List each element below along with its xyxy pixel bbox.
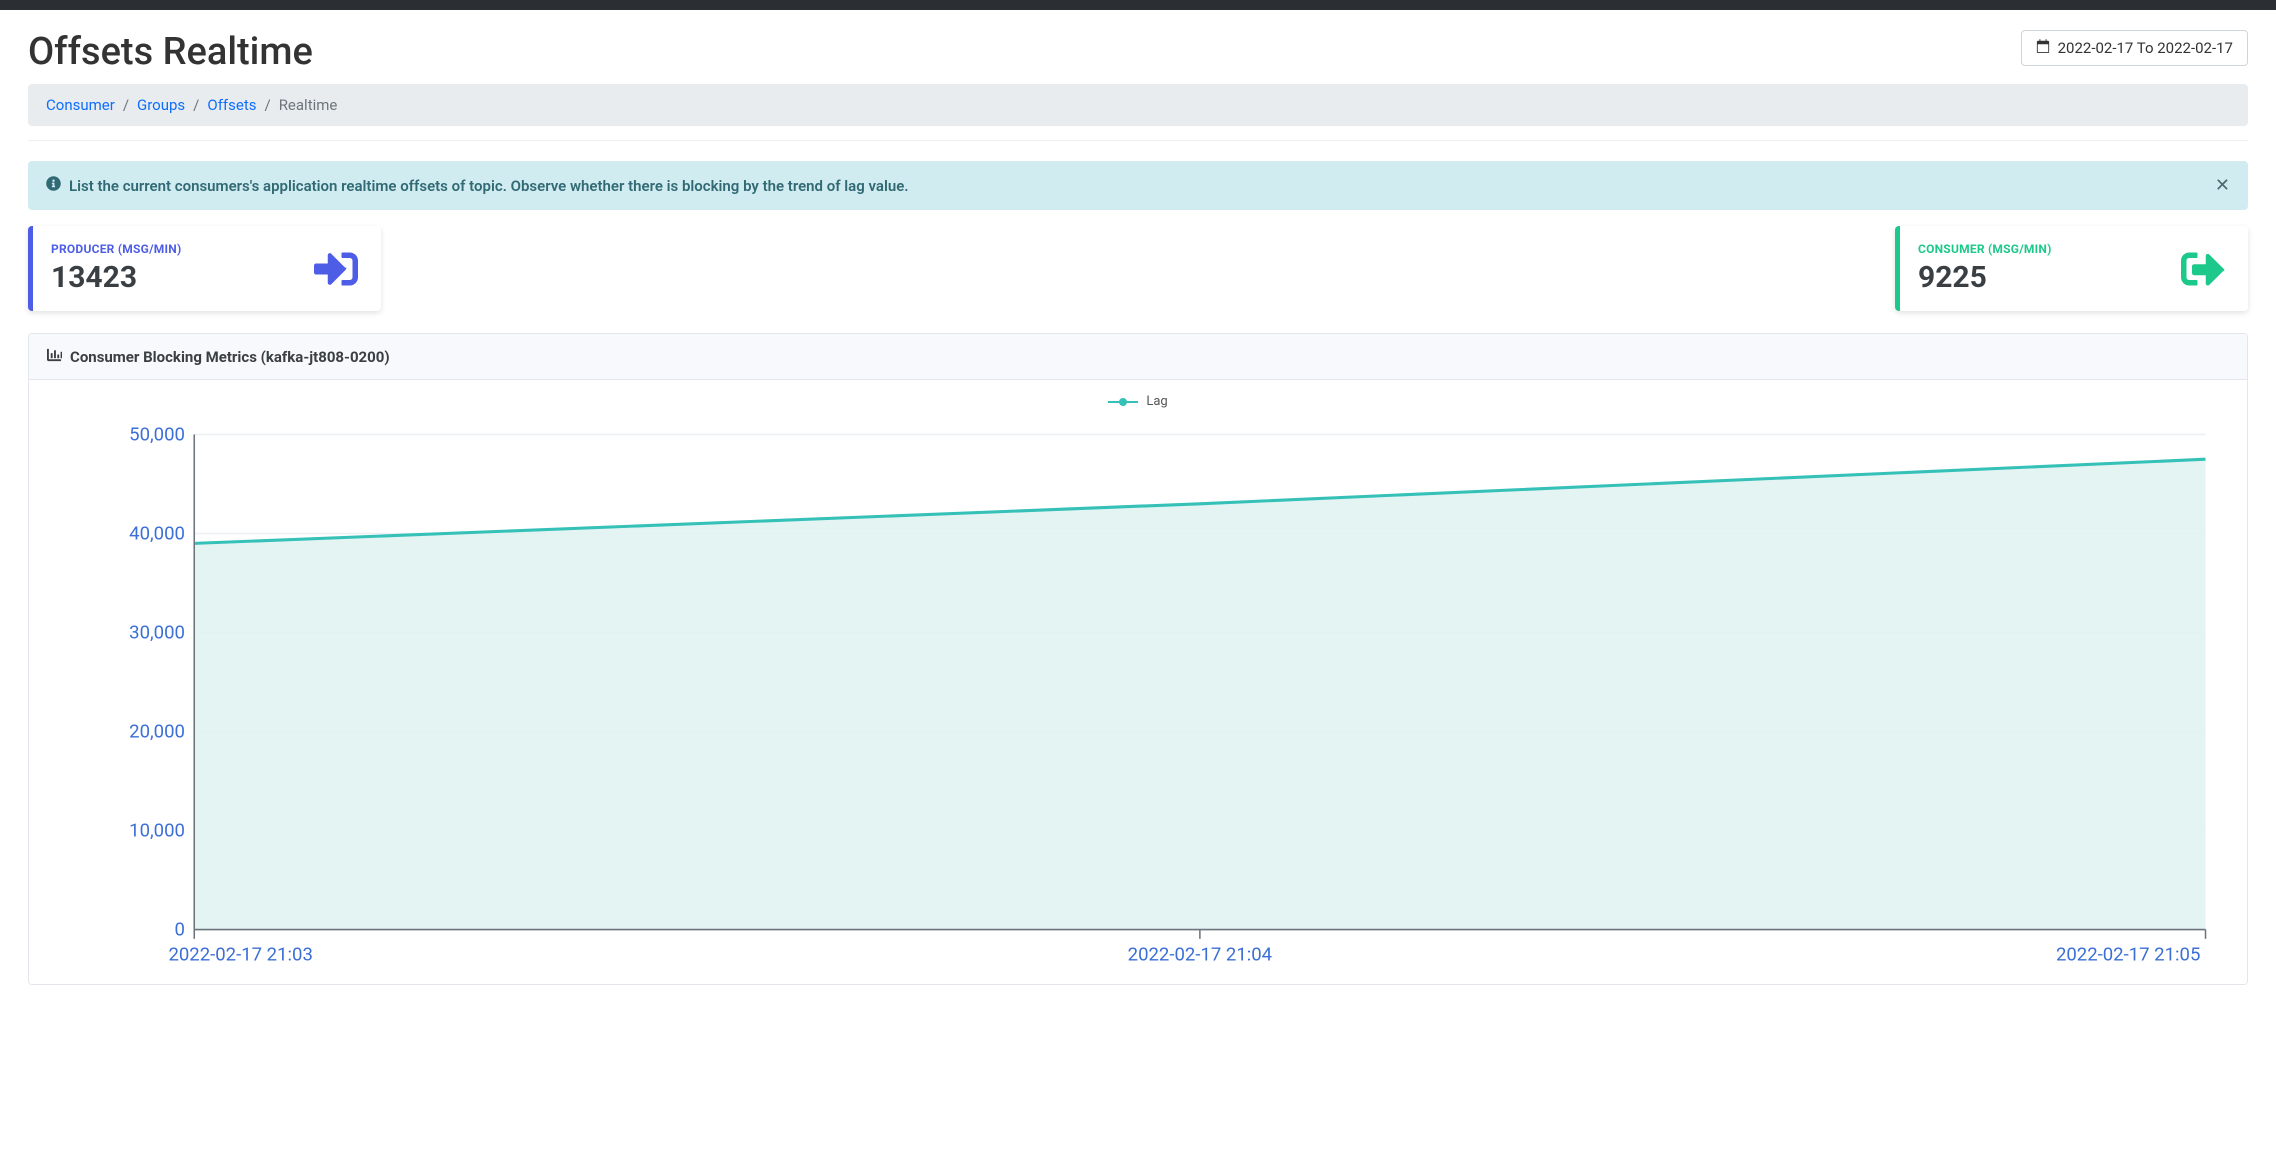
producer-metric-card: PRODUCER (MSG/MIN) 13423 xyxy=(28,226,381,311)
header-row: Offsets Realtime 2022-02-17 To 2022-02-1… xyxy=(28,30,2248,74)
producer-label: PRODUCER (MSG/MIN) xyxy=(51,242,181,256)
sign-out-icon xyxy=(2176,247,2230,291)
sign-in-icon xyxy=(309,247,363,291)
date-range-picker[interactable]: 2022-02-17 To 2022-02-17 xyxy=(2021,30,2248,66)
producer-value: 13423 xyxy=(51,260,181,295)
alert-text: List the current consumers's application… xyxy=(69,177,909,195)
breadcrumb-consumer[interactable]: Consumer xyxy=(46,96,115,114)
chart-bar-icon xyxy=(47,347,62,366)
legend-series-label: Lag xyxy=(1146,394,1167,409)
x-tick: 2022-02-17 21:03 xyxy=(168,943,312,965)
breadcrumb-offsets[interactable]: Offsets xyxy=(207,96,256,114)
y-tick: 0 xyxy=(175,919,185,941)
calendar-icon xyxy=(2036,39,2050,57)
y-tick: 30,000 xyxy=(129,622,185,644)
y-tick: 20,000 xyxy=(129,721,185,743)
breadcrumb-separator: / xyxy=(193,96,199,114)
chart-panel-title: Consumer Blocking Metrics (kafka-jt808-0… xyxy=(70,348,390,366)
legend-swatch-icon xyxy=(1108,396,1138,408)
consumer-value: 9225 xyxy=(1918,260,2052,295)
y-tick: 50,000 xyxy=(129,424,185,446)
producer-text: PRODUCER (MSG/MIN) 13423 xyxy=(51,242,181,295)
y-tick: 40,000 xyxy=(129,523,185,545)
divider xyxy=(28,140,2248,141)
consumer-metric-card: CONSUMER (MSG/MIN) 9225 xyxy=(1895,226,2248,311)
page-title: Offsets Realtime xyxy=(28,30,313,74)
consumer-text: CONSUMER (MSG/MIN) 9225 xyxy=(1918,242,2052,295)
chart-panel-header: Consumer Blocking Metrics (kafka-jt808-0… xyxy=(29,334,2247,380)
metrics-spacer xyxy=(401,226,1875,311)
breadcrumb: Consumer / Groups / Offsets / Realtime xyxy=(28,84,2248,126)
lag-chart[interactable]: 50,000 40,000 30,000 20,000 10,000 0 202… xyxy=(55,419,2221,976)
y-tick: 10,000 xyxy=(129,820,185,842)
breadcrumb-separator: / xyxy=(264,96,270,114)
chart-body: Lag 50,000 40 xyxy=(29,380,2247,984)
info-alert: List the current consumers's application… xyxy=(28,161,2248,210)
breadcrumb-separator: / xyxy=(123,96,129,114)
metrics-row: PRODUCER (MSG/MIN) 13423 CONSUMER (MSG/M… xyxy=(28,226,2248,311)
date-range-text: 2022-02-17 To 2022-02-17 xyxy=(2058,39,2233,57)
breadcrumb-current: Realtime xyxy=(279,96,338,114)
top-bar xyxy=(0,0,2276,10)
page-container: Offsets Realtime 2022-02-17 To 2022-02-1… xyxy=(0,10,2276,1005)
chart-panel: Consumer Blocking Metrics (kafka-jt808-0… xyxy=(28,333,2248,985)
x-tick: 2022-02-17 21:04 xyxy=(1128,943,1272,965)
info-icon xyxy=(46,176,61,195)
x-tick: 2022-02-17 21:05 xyxy=(2056,943,2200,965)
breadcrumb-groups[interactable]: Groups xyxy=(137,96,185,114)
consumer-label: CONSUMER (MSG/MIN) xyxy=(1918,242,2052,256)
chart-legend[interactable]: Lag xyxy=(55,394,2221,409)
alert-close-button[interactable]: ✕ xyxy=(2215,175,2230,196)
alert-message: List the current consumers's application… xyxy=(46,176,909,195)
